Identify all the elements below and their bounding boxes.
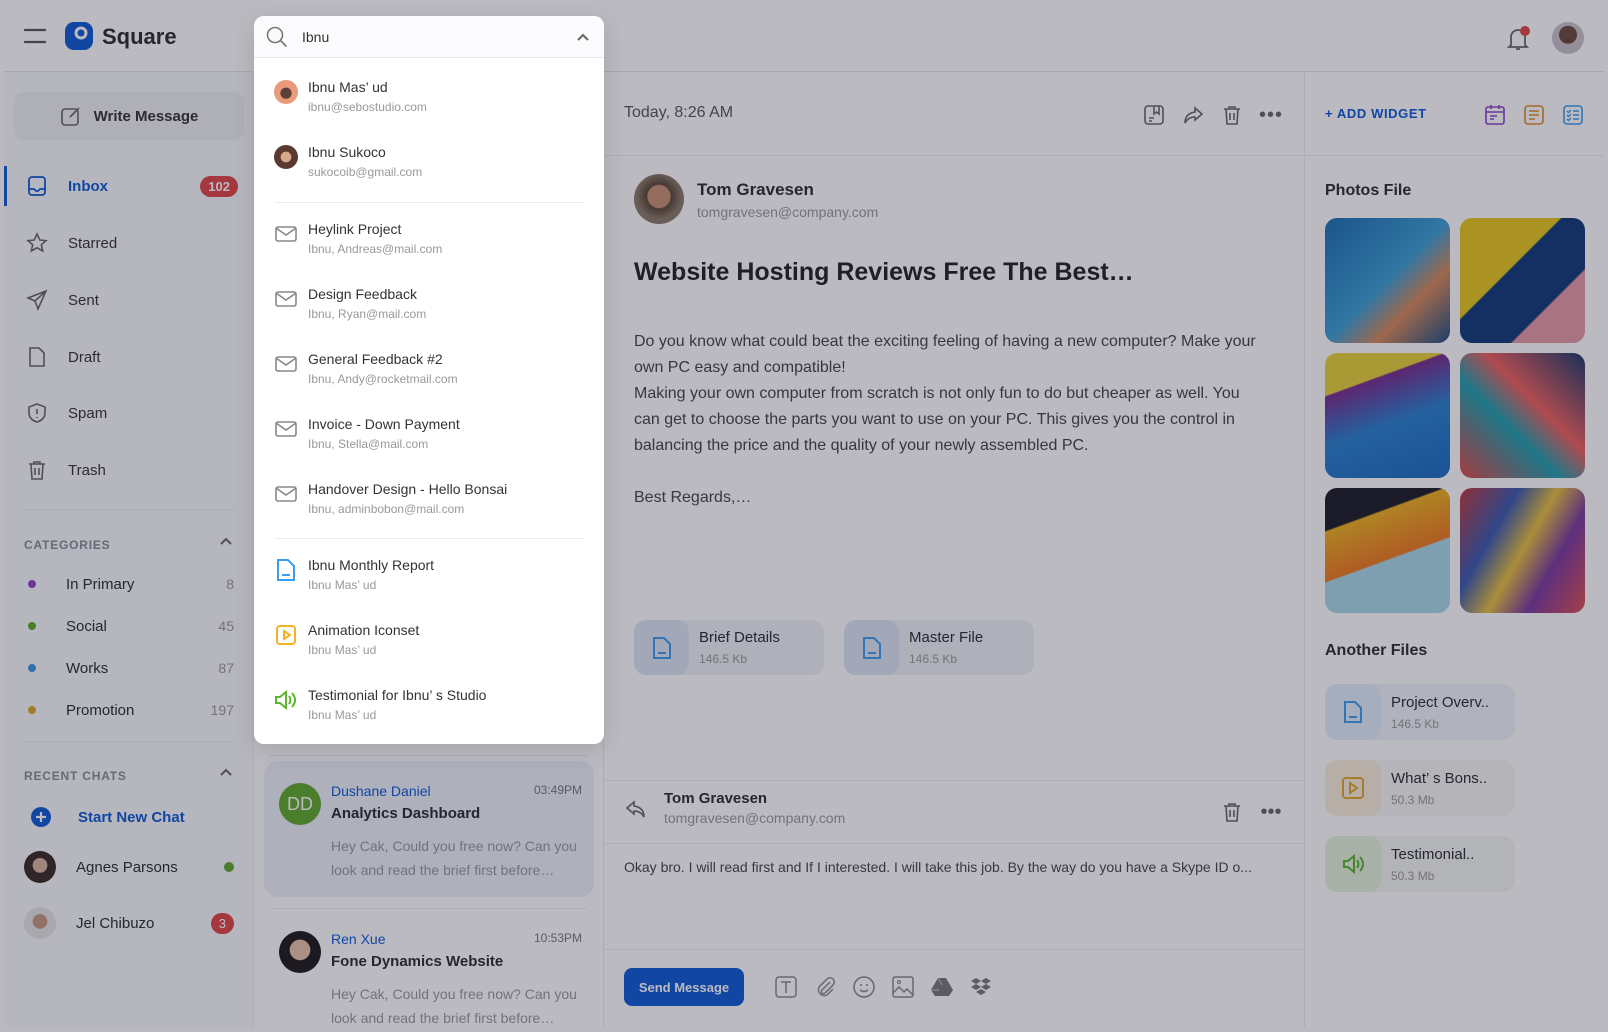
- mail-icon: [274, 287, 298, 311]
- message-result[interactable]: Handover Design - Hello Bonsai Ibnu, admi…: [274, 480, 584, 530]
- result-subtitle: sukocoib@gmail.com: [308, 165, 423, 179]
- modal-backdrop[interactable]: [0, 0, 1608, 1032]
- speaker-icon: [274, 688, 298, 712]
- contact-result[interactable]: Ibnu Sukoco sukocoib@gmail.com: [274, 143, 584, 193]
- mail-icon: [274, 482, 298, 506]
- message-result[interactable]: Design Feedback Ibnu, Ryan@mail.com: [274, 285, 584, 335]
- result-subtitle: Ibnu, Ryan@mail.com: [308, 307, 427, 321]
- result-subtitle: Ibnu, Andy@rocketmail.com: [308, 372, 458, 386]
- result-title: Design Feedback: [308, 286, 417, 302]
- play-icon: [274, 623, 298, 647]
- search-bar: [254, 16, 604, 58]
- result-subtitle: ibnu@sebostudio.com: [308, 100, 427, 114]
- search-dropdown: Ibnu Mas’ ud ibnu@sebostudio.com Ibnu Suk…: [254, 16, 604, 744]
- result-subtitle: Ibnu, Stella@mail.com: [308, 437, 429, 451]
- result-subtitle: Ibnu Mas’ ud: [308, 578, 377, 592]
- file-result[interactable]: Ibnu Monthly Report Ibnu Mas’ ud: [274, 556, 584, 606]
- result-title: Ibnu Mas’ ud: [308, 79, 388, 95]
- result-title: Invoice - Down Payment: [308, 416, 460, 432]
- contact-result[interactable]: Ibnu Mas’ ud ibnu@sebostudio.com: [274, 78, 584, 128]
- result-title: Heylink Project: [308, 221, 402, 237]
- divider: [274, 538, 584, 539]
- file-result[interactable]: Animation Iconset Ibnu Mas’ ud: [274, 621, 584, 671]
- avatar: [274, 80, 298, 104]
- result-title: Testimonial for Ibnu’ s Studio: [308, 687, 487, 703]
- search-icon: [266, 26, 288, 53]
- result-title: Handover Design - Hello Bonsai: [308, 481, 508, 497]
- result-title: Ibnu Monthly Report: [308, 557, 435, 573]
- message-result[interactable]: Invoice - Down Payment Ibnu, Stella@mail.…: [274, 415, 584, 465]
- result-title: Animation Iconset: [308, 622, 420, 638]
- result-subtitle: Ibnu, Andreas@mail.com: [308, 242, 443, 256]
- mail-icon: [274, 352, 298, 376]
- search-input[interactable]: [302, 24, 542, 50]
- result-title: Ibnu Sukoco: [308, 144, 386, 160]
- file-result[interactable]: Testimonial for Ibnu’ s Studio Ibnu Mas’ …: [274, 686, 584, 736]
- avatar: [274, 145, 298, 169]
- document-icon: [274, 558, 298, 582]
- message-result[interactable]: General Feedback #2 Ibnu, Andy@rocketmail…: [274, 350, 584, 400]
- result-subtitle: Ibnu, adminbobon@mail.com: [308, 502, 465, 516]
- collapse-chevron-icon[interactable]: [576, 30, 590, 49]
- mail-icon: [274, 417, 298, 441]
- result-title: General Feedback #2: [308, 351, 443, 367]
- divider: [274, 202, 584, 203]
- result-subtitle: Ibnu Mas’ ud: [308, 643, 377, 657]
- result-subtitle: Ibnu Mas’ ud: [308, 708, 377, 722]
- mail-icon: [274, 222, 298, 246]
- message-result[interactable]: Heylink Project Ibnu, Andreas@mail.com: [274, 220, 584, 270]
